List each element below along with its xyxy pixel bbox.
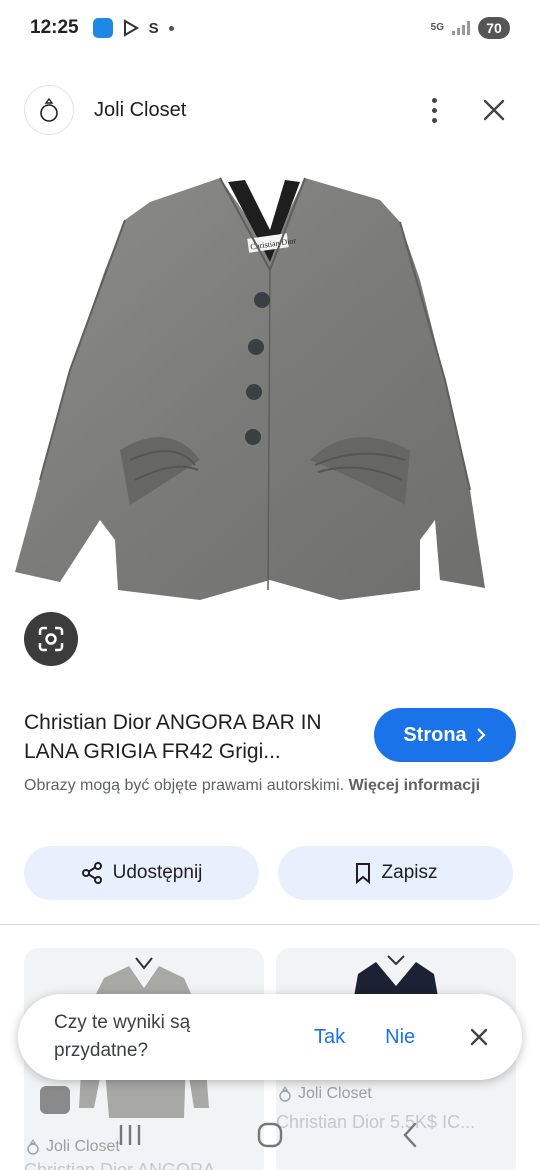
visit-site-label: Strona xyxy=(403,723,467,746)
network-type: 5G xyxy=(430,22,444,33)
recent-apps-icon xyxy=(119,1125,141,1145)
copyright-text: Obrazy mogą być objęte prawami autorskim… xyxy=(24,777,345,794)
copyright-note: Obrazy mogą być objęte prawami autorskim… xyxy=(24,774,494,797)
result-header: Joli Closet xyxy=(24,84,516,136)
feedback-prompt: Czy te wyniki są przydatne? Tak Nie xyxy=(18,994,522,1080)
close-icon xyxy=(483,99,505,121)
ring-icon xyxy=(40,97,58,122)
result-title[interactable]: Christian Dior ANGORA BAR IN LANA GRIGIA… xyxy=(24,708,354,766)
more-info-link[interactable]: Więcej informacji xyxy=(349,777,480,794)
save-button[interactable]: Zapisz xyxy=(278,846,513,900)
section-divider xyxy=(0,924,540,925)
feedback-no-button[interactable]: Nie xyxy=(385,1026,415,1049)
system-nav-bar xyxy=(0,1100,540,1170)
share-icon xyxy=(81,862,102,884)
share-button[interactable]: Udostępnij xyxy=(24,846,259,900)
close-icon xyxy=(470,1028,488,1046)
status-notifications: S xyxy=(92,18,174,38)
battery-level: 70 xyxy=(478,17,510,39)
recent-apps-button[interactable] xyxy=(100,1115,160,1155)
bookmark-icon xyxy=(355,863,370,884)
feedback-close-button[interactable] xyxy=(464,1022,494,1052)
feedback-yes-button[interactable]: Tak xyxy=(314,1026,345,1049)
share-label: Udostępnij xyxy=(112,862,203,883)
signal-icon xyxy=(452,21,470,35)
close-button[interactable] xyxy=(472,88,516,132)
home-button[interactable] xyxy=(240,1115,300,1155)
more-options-button[interactable] xyxy=(414,90,454,130)
app-notification-icon xyxy=(92,18,113,38)
status-glyph: S xyxy=(148,19,159,37)
save-label: Zapisz xyxy=(381,862,438,883)
lens-icon xyxy=(38,626,64,652)
visit-site-button[interactable]: Strona xyxy=(374,708,516,762)
status-time: 12:25 xyxy=(30,17,79,38)
lens-search-button[interactable] xyxy=(24,612,78,666)
chevron-right-icon xyxy=(476,728,486,742)
home-icon xyxy=(257,1122,283,1148)
play-store-icon xyxy=(123,19,139,37)
site-name[interactable]: Joli Closet xyxy=(94,99,186,122)
status-bar: 12:25 S 5G 70 xyxy=(0,0,540,56)
site-logo[interactable] xyxy=(24,85,74,135)
back-button[interactable] xyxy=(380,1115,440,1155)
more-vert-icon xyxy=(431,97,437,103)
status-dot xyxy=(168,25,174,31)
product-image[interactable]: Christian Dior xyxy=(0,160,540,600)
back-icon xyxy=(403,1122,417,1148)
feedback-question: Czy te wyniki są przydatne? xyxy=(54,1012,191,1061)
status-right: 5G 70 xyxy=(431,17,510,39)
